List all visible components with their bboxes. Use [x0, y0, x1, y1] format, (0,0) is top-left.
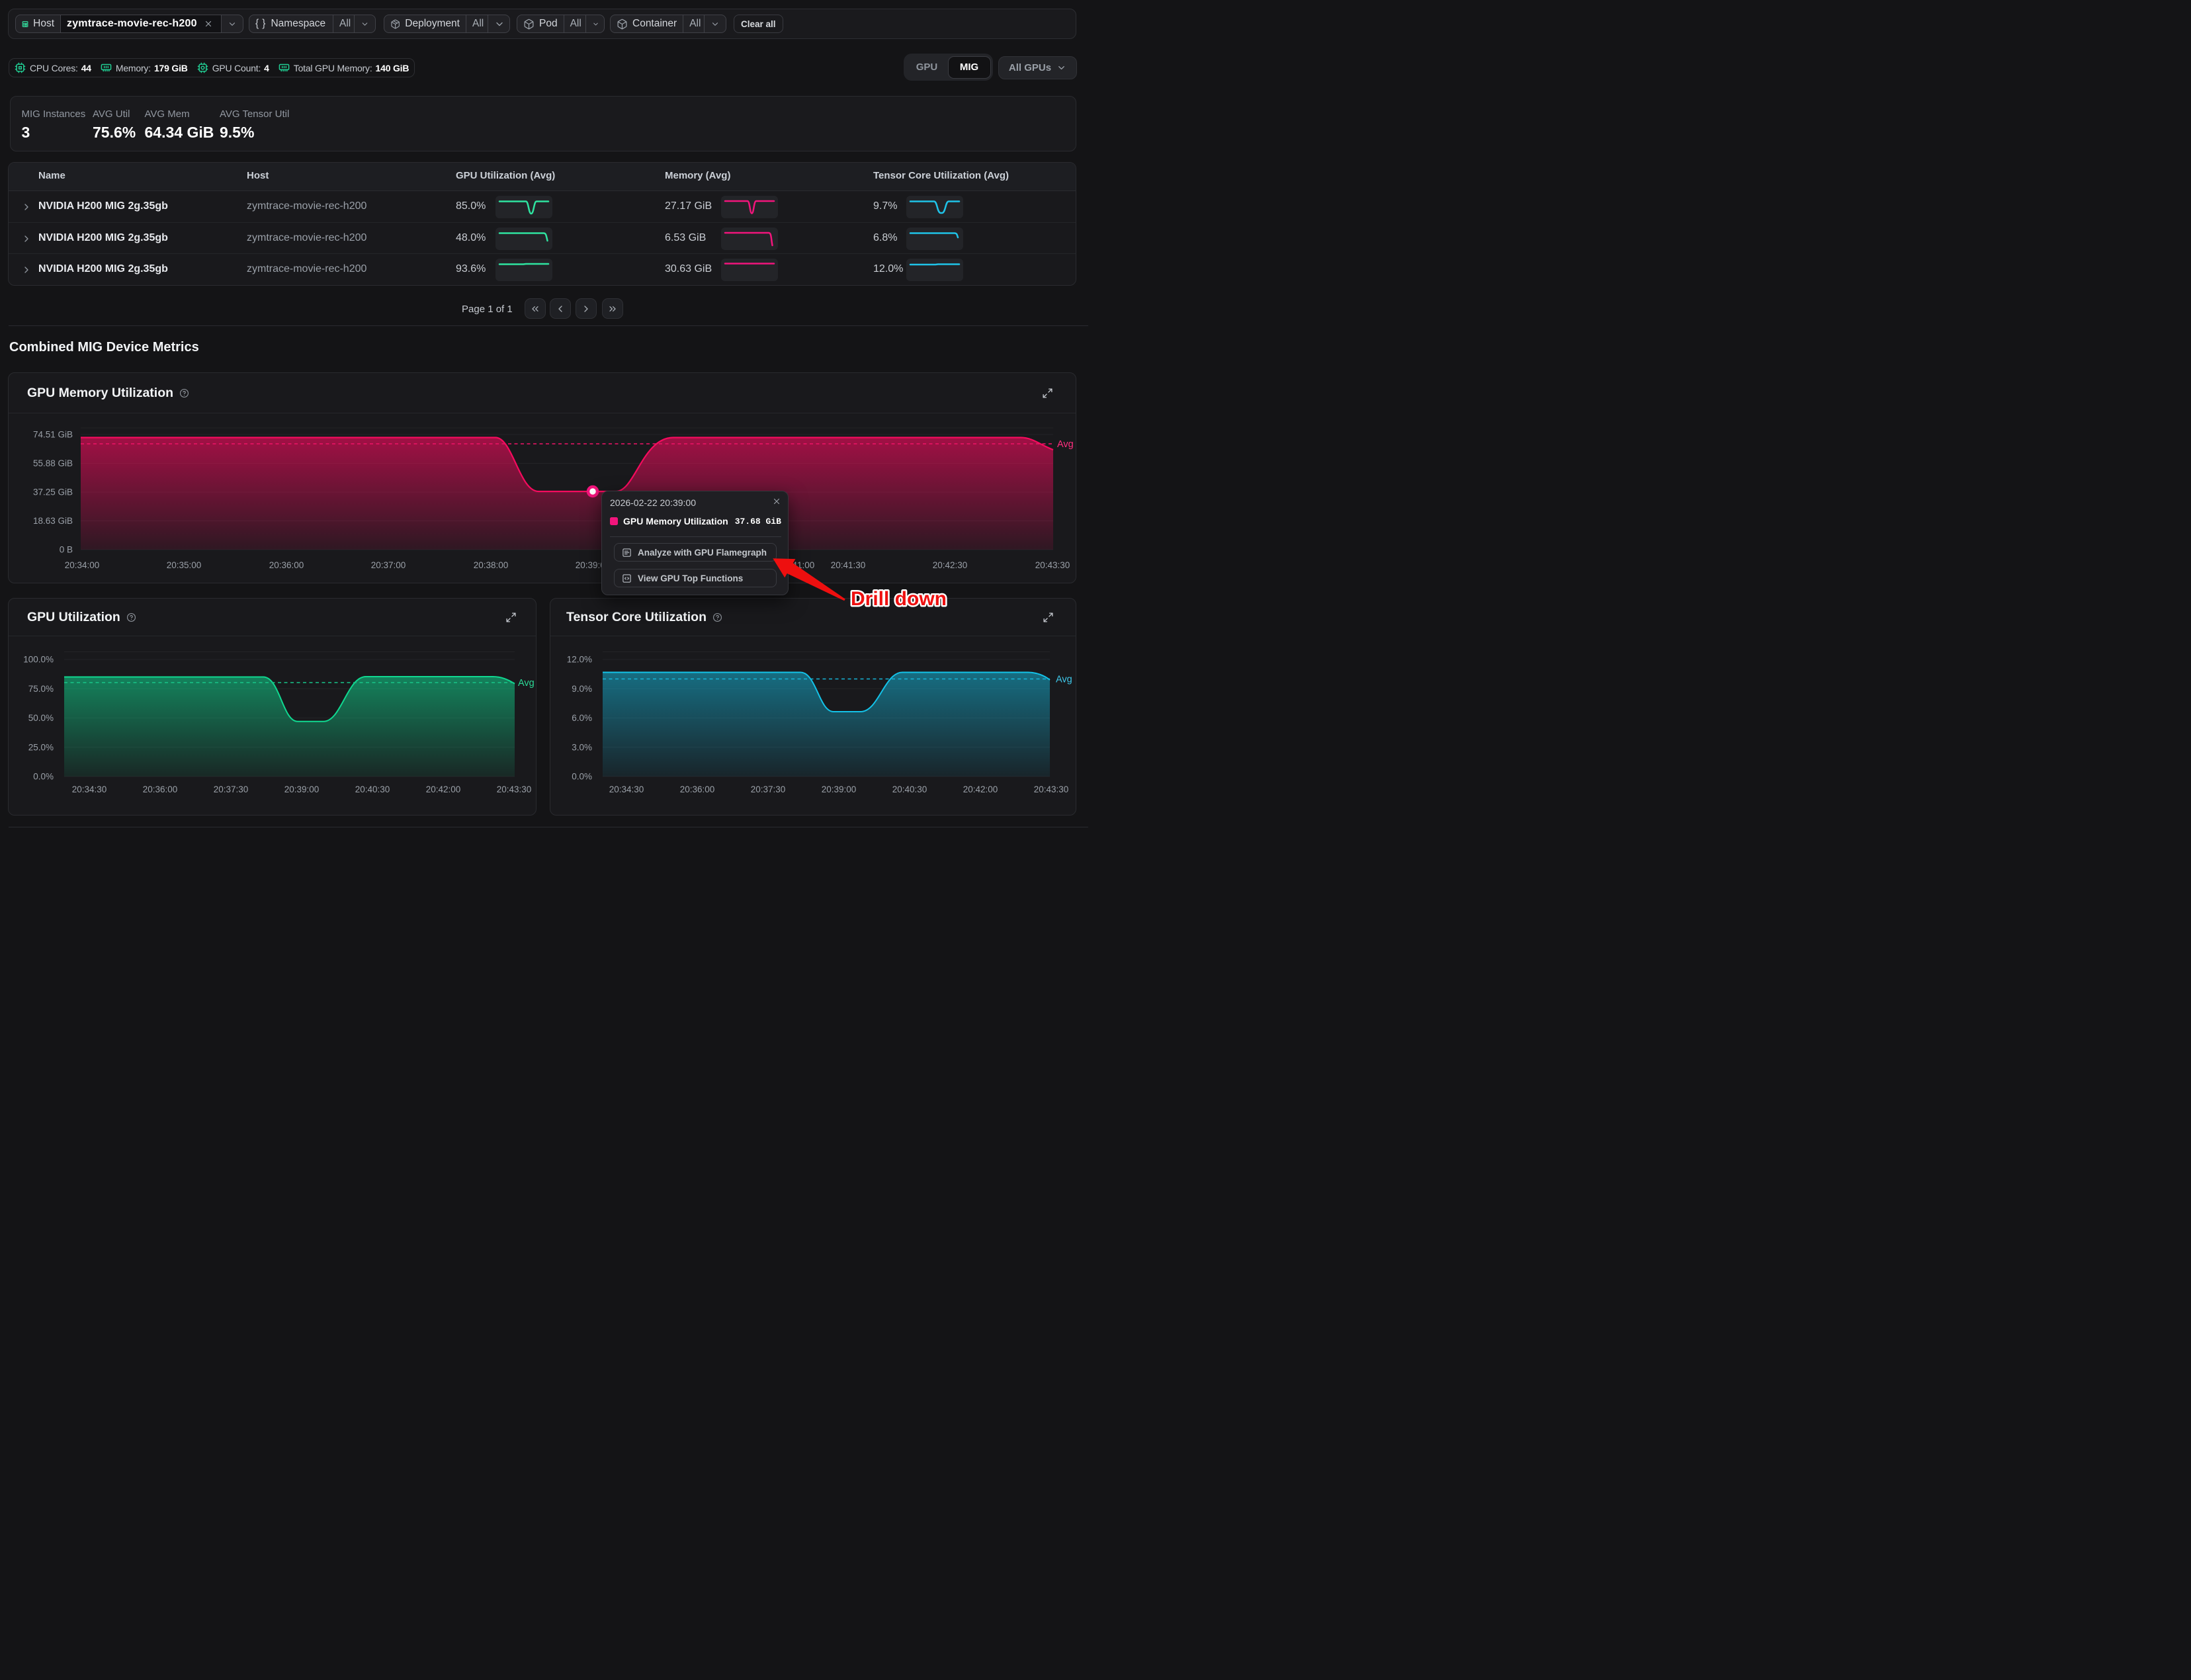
svg-text:Drill down: Drill down [851, 588, 947, 610]
